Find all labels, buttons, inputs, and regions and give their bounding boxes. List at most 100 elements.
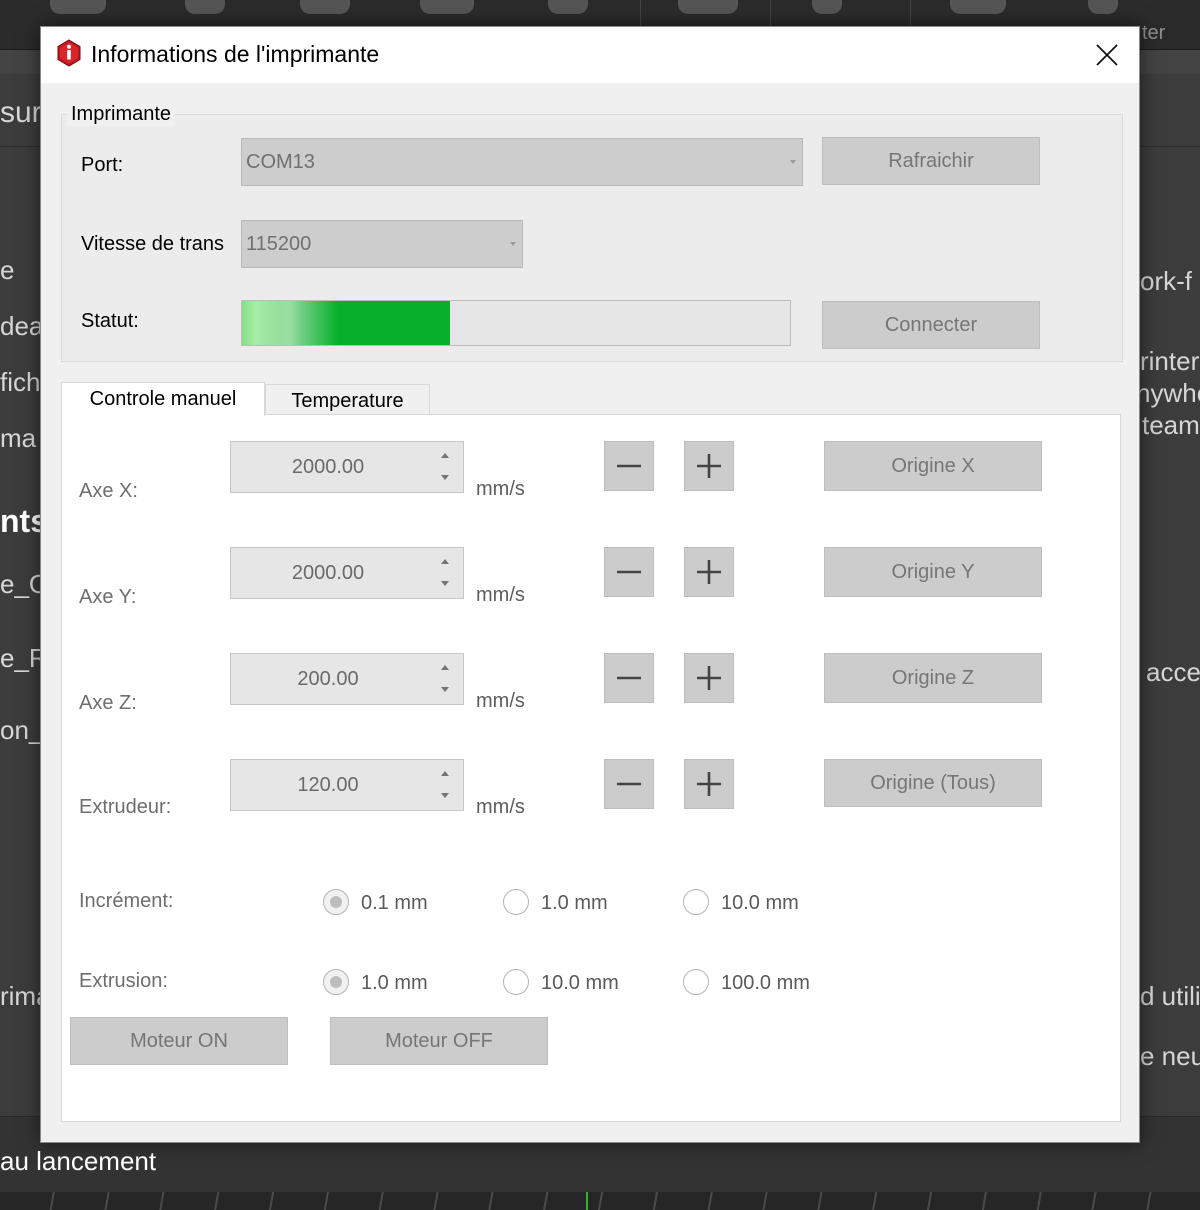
dropdown-arrow-icon [790,160,796,164]
toolbar-tool-icon [950,0,1006,14]
background-text: team [1142,410,1200,440]
home-z-button[interactable]: Origine Z [824,653,1042,703]
dialog-titlebar[interactable]: Informations de l'imprimante [41,27,1139,83]
spin-up-arrow-icon[interactable] [435,763,455,783]
background-text: ma [0,423,37,453]
extruder-speed-spinbox[interactable]: 120.00 [230,759,464,811]
axis-z-speed-value: 200.00 [297,668,359,690]
spin-down-arrow-icon[interactable] [435,467,455,487]
axis-x-plus-button[interactable] [684,441,734,491]
app-info-icon [55,39,83,67]
toolbar-tool-icon [185,0,225,14]
spin-down-arrow-icon[interactable] [435,785,455,805]
connect-button[interactable]: Connecter [822,301,1040,349]
extruder-unit: mm/s [476,796,525,818]
extrusion-option-label: 10.0 mm [541,972,619,994]
toolbar-tool-icon [678,0,738,14]
background-text: d utilis [1140,981,1200,1011]
spin-up-arrow-icon[interactable] [435,445,455,465]
extrusion-radio-1[interactable] [503,969,529,995]
close-icon [1096,44,1118,66]
background-text: rinter [1140,346,1200,376]
increment-label: Incrément: [79,890,174,912]
background-text: sur [0,96,42,129]
axis-x-minus-button[interactable] [604,441,654,491]
increment-radio-1[interactable] [503,889,529,915]
plus-icon [697,772,721,796]
footer-text: au lancement [0,1146,157,1176]
home-all-button[interactable]: Origine (Tous) [824,759,1042,807]
extrusion-option-label: 1.0 mm [361,972,428,994]
extruder-plus-button[interactable] [684,759,734,809]
background-text: nywhe [1136,378,1200,408]
manual-control-panel: Axe X: 2000.00 mm/s Origine X Axe Y: 200… [61,414,1121,1122]
axis-y-unit: mm/s [476,584,525,606]
background-text: fich [0,367,41,397]
home-x-button[interactable]: Origine X [824,441,1042,491]
plus-icon [697,560,721,584]
minus-icon [617,676,641,680]
extruder-speed-value: 120.00 [297,774,359,796]
minus-icon [617,782,641,786]
extrusion-radio-0[interactable] [323,969,349,995]
extruder-label: Extrudeur: [79,796,172,818]
tab-manual-control[interactable]: Controle manuel [61,382,265,416]
axis-x-label: Axe X: [79,480,138,502]
increment-option-label: 1.0 mm [541,892,608,914]
axis-z-label: Axe Z: [79,692,137,714]
minus-icon [617,464,641,468]
extruder-minus-button[interactable] [604,759,654,809]
axis-x-speed-spinbox[interactable]: 2000.00 [230,441,464,493]
axis-y-minus-button[interactable] [604,547,654,597]
increment-option-label: 0.1 mm [361,892,428,914]
dialog-title: Informations de l'imprimante [91,41,380,67]
spin-down-arrow-icon[interactable] [435,679,455,699]
tab-temperature[interactable]: Temperature [265,384,430,414]
axis-x-speed-value: 2000.00 [291,456,365,478]
refresh-button[interactable]: Rafraichir [822,137,1040,185]
spin-up-arrow-icon[interactable] [435,551,455,571]
extrusion-radio-2[interactable] [683,969,709,995]
home-y-button[interactable]: Origine Y [824,547,1042,597]
toolbar-tool-icon [300,0,350,14]
spin-up-arrow-icon[interactable] [435,657,455,677]
dropdown-arrow-icon [510,242,516,246]
plus-icon [697,454,721,478]
port-label: Port: [81,154,124,176]
motor-off-button[interactable]: Moteur OFF [330,1017,548,1065]
background-text: e neu [1140,1041,1200,1071]
background-text: dea [0,311,44,341]
axis-z-minus-button[interactable] [604,653,654,703]
toolbar-label-fragment: ter [1142,22,1166,44]
axis-z-plus-button[interactable] [684,653,734,703]
axis-y-plus-button[interactable] [684,547,734,597]
toolbar-tool-icon [548,0,588,14]
axis-z-speed-spinbox[interactable]: 200.00 [230,653,464,705]
toolbar-tool-icon [50,0,106,14]
close-button[interactable] [1087,35,1127,75]
port-select[interactable]: COM13 [241,138,803,186]
axis-line [586,1192,588,1210]
toolbar-tool-icon [812,0,842,14]
background-text: ork-f [1140,266,1192,296]
speed-label: Vitesse de trans [81,233,225,255]
axis-y-speed-spinbox[interactable]: 2000.00 [230,547,464,599]
viewport-grid [0,1192,1200,1210]
extrusion-label: Extrusion: [79,970,168,992]
port-select-value: COM13 [246,151,315,173]
background-text: e [0,255,15,285]
axis-y-label: Axe Y: [79,586,137,608]
printer-group-title: Imprimante [67,103,176,126]
background-text: acce [1146,657,1200,687]
printer-info-dialog: Informations de l'imprimante Imprimante … [40,26,1140,1143]
baudrate-select-value: 115200 [246,233,312,255]
motor-on-button[interactable]: Moteur ON [70,1017,288,1065]
increment-radio-0[interactable] [323,889,349,915]
status-progress-bar [241,300,791,346]
axis-y-speed-value: 2000.00 [291,562,365,584]
progress-fill [242,301,451,345]
minus-icon [617,570,641,574]
spin-down-arrow-icon[interactable] [435,573,455,593]
increment-radio-2[interactable] [683,889,709,915]
baudrate-select[interactable]: 115200 [241,220,523,268]
